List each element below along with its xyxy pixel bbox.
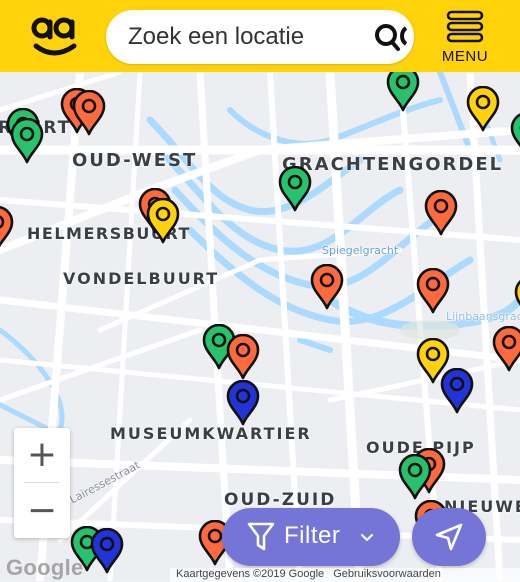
location-pin-orange[interactable] [310, 264, 344, 310]
google-logo: Google [6, 555, 84, 580]
parks [400, 320, 460, 340]
search-button[interactable] [372, 22, 408, 52]
zoom-divider [24, 482, 60, 483]
map-label-lijnbaansgracht: Lijnbaansgracht [446, 310, 520, 323]
chevron-down-icon [360, 533, 374, 542]
search-bar [106, 10, 414, 64]
map-label-spiegelgracht: Spiegelgracht [322, 244, 399, 257]
location-pin-orange[interactable] [424, 190, 458, 236]
location-pin-blue[interactable] [90, 528, 124, 574]
zoom-out-button[interactable]: − [14, 484, 70, 538]
map-label-museumkwartier: MUSEUMKWARTIER [110, 424, 312, 443]
location-pin-yellow[interactable] [466, 86, 500, 132]
location-pin-yellow[interactable] [146, 198, 180, 244]
hamburger-icon [446, 10, 484, 43]
location-pin-orange[interactable] [226, 334, 260, 380]
filter-label: Filter [284, 522, 341, 549]
locate-me-button[interactable] [412, 508, 486, 566]
location-pin-partial[interactable] [514, 276, 520, 322]
location-pin-orange[interactable] [72, 90, 106, 136]
menu-button[interactable]: MENU [438, 10, 492, 68]
location-pin-green[interactable] [278, 166, 312, 212]
location-pin-blue[interactable] [440, 368, 474, 414]
zoom-controls: + − [14, 428, 70, 538]
smiley-logo-icon[interactable] [28, 12, 80, 60]
app-header: MENU [0, 0, 520, 72]
location-pin-partial[interactable] [0, 206, 14, 252]
location-pin-green[interactable] [386, 66, 420, 112]
location-pin-green[interactable] [510, 112, 520, 158]
location-pin-orange[interactable] [416, 268, 450, 314]
zoom-in-button[interactable]: + [14, 428, 70, 482]
map-label-vondelbuurt: VONDELBUURT [63, 269, 220, 288]
search-input[interactable] [128, 10, 358, 64]
location-pin-orange[interactable] [492, 326, 520, 372]
terms-link[interactable]: Gebruiksvoorwaarden [333, 568, 441, 580]
menu-label: MENU [441, 48, 489, 65]
search-icon [375, 24, 408, 51]
map-attribution: Kaartgegevens ©2019 Google Gebruiksvoorw… [170, 568, 520, 582]
location-pin-blue[interactable] [226, 380, 260, 426]
location-pin-green[interactable] [10, 118, 44, 164]
attribution-text: Kaartgegevens ©2019 Google [176, 568, 325, 580]
map-label-grachtengordel: GRACHTENGORDEL [282, 154, 504, 175]
navigation-arrow-icon [435, 523, 463, 551]
filter-button[interactable]: Filter [222, 508, 400, 566]
map-label-oud-west: OUD-WEST [72, 150, 198, 171]
map-label-oud-zuid: OUD-ZUID [224, 490, 337, 510]
funnel-icon [247, 522, 275, 551]
location-pin-green[interactable] [398, 454, 432, 500]
